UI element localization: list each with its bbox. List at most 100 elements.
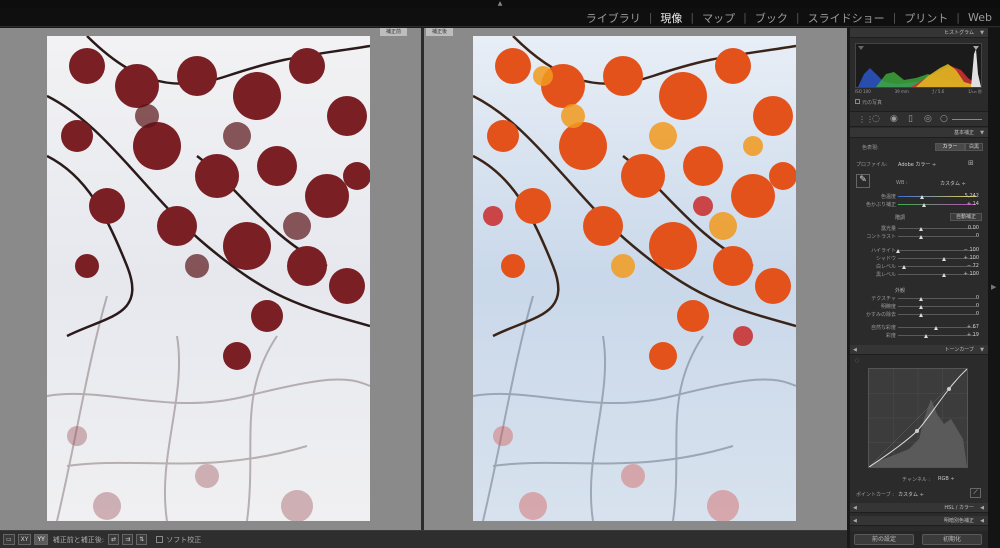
shadows-label: シャドウ <box>875 256 896 262</box>
gradient-icon[interactable]: ◎ <box>924 114 932 124</box>
module-6[interactable]: Web <box>966 11 994 24</box>
contrast-label: コントラスト <box>866 234 896 240</box>
auto-tone-button[interactable]: 自動補正 <box>950 213 982 221</box>
iso-value: ISO 100 <box>855 89 871 94</box>
original-photo-toggle[interactable]: 元の写真 <box>855 99 882 106</box>
reset-button[interactable]: 初期化 <box>922 534 982 545</box>
color-button[interactable]: カラー <box>935 143 965 151</box>
tint-value[interactable]: + 14 <box>948 201 979 207</box>
module-1[interactable]: 現像 <box>658 10 684 26</box>
tone-section-label: 階調 <box>894 215 905 221</box>
loupe-view-button[interactable]: ▭ <box>3 534 15 545</box>
crop-icon[interactable]: ◌ <box>872 114 880 124</box>
blacks-knob[interactable] <box>942 273 946 277</box>
before-photo-image <box>47 36 370 521</box>
module-5[interactable]: プリント <box>902 10 950 26</box>
saturation-knob[interactable] <box>923 334 928 338</box>
soft-proof-checkbox[interactable] <box>156 536 164 543</box>
redeye-icon[interactable]: ▯ <box>908 114 913 124</box>
module-picker: ライブラリ | 現像 | マップ | ブック | スライドショー | プリント | Web <box>584 8 994 27</box>
histogram-header[interactable]: ヒストグラム ▼ <box>850 28 988 38</box>
before-label: 補正前 <box>379 28 407 36</box>
hsl-header[interactable]: ◀ HSL / カラー ◀ <box>850 503 988 513</box>
split-toning-title: 明暗別色補正 <box>943 518 974 524</box>
expand-icon: ◀ <box>980 505 984 511</box>
histogram[interactable] <box>855 43 982 88</box>
dehaze-value[interactable]: 0 <box>948 311 979 317</box>
wb-select[interactable]: カスタム ÷ <box>940 180 966 187</box>
module-separator: | <box>956 11 961 24</box>
focal-length: 39 mm <box>894 89 909 94</box>
tone-curve-header[interactable]: ◀ トーンカーブ ▼ <box>850 345 988 355</box>
treatment-label: 色表現: <box>862 145 879 151</box>
original-photo-label: 元の写真 <box>862 100 883 106</box>
module-2[interactable]: マップ <box>700 10 737 26</box>
after-pane: 補正後 <box>424 28 847 530</box>
tone-curve-graph[interactable] <box>868 368 968 468</box>
shutter-value: 1/₁₂₅ 秒 <box>968 89 982 94</box>
profile-browser-icon[interactable]: ⊞ <box>968 159 974 167</box>
checkbox-icon <box>855 99 860 104</box>
contrast-value[interactable]: 0 <box>948 233 979 239</box>
wb-eyedropper-icon[interactable]: ✎ <box>856 174 870 188</box>
brush-icon[interactable]: ○ <box>940 114 948 124</box>
edit-point-curve-icon[interactable]: ⟋ <box>970 488 981 498</box>
vibrance-knob[interactable] <box>934 326 939 330</box>
after-photo[interactable] <box>473 36 796 521</box>
clarity-knob[interactable] <box>919 305 923 309</box>
dehaze-label: かすみの除去 <box>865 312 896 318</box>
module-4[interactable]: スライドショー <box>806 10 887 26</box>
module-3[interactable]: ブック <box>753 10 790 26</box>
shadows-knob[interactable] <box>942 257 946 261</box>
top-panel-toggle[interactable]: ▲ <box>0 0 1000 8</box>
texture-value[interactable]: 0 <box>948 295 979 301</box>
brush-size-slider[interactable] <box>952 119 982 120</box>
exposure-value[interactable]: 0.00 <box>948 225 979 231</box>
temp-knob[interactable] <box>919 195 924 199</box>
channel-select[interactable]: RGB ÷ <box>938 476 955 482</box>
whites-knob[interactable] <box>902 265 907 269</box>
basic-header[interactable]: 基本補正 ▼ <box>850 128 988 138</box>
shadows-value[interactable]: + 100 <box>948 255 979 261</box>
point-curve-select[interactable]: カスタム ÷ <box>898 491 924 498</box>
whites-value[interactable]: − 72 <box>948 263 979 269</box>
profile-select[interactable]: Adobe カラー ÷ <box>898 161 936 168</box>
module-0[interactable]: ライブラリ <box>584 10 643 26</box>
bw-button[interactable]: 白黒 <box>965 143 983 151</box>
channel-label: チャンネル : <box>902 477 931 483</box>
exposure-label: 露光量 <box>880 226 896 232</box>
heal-icon[interactable]: ◉ <box>890 114 898 124</box>
exposure-knob[interactable] <box>919 227 923 231</box>
swap-icon[interactable]: ⇅ <box>136 534 148 545</box>
collapse-icon: ▼ <box>980 30 984 36</box>
before-photo[interactable] <box>47 36 370 521</box>
contrast-knob[interactable] <box>919 235 923 239</box>
copy-settings-button[interactable]: ⇉ <box>122 534 134 545</box>
expand-icon: ◀ <box>853 518 857 524</box>
right-panel-toggle[interactable]: ▶ <box>988 28 1000 548</box>
target-adjust-icon[interactable]: ◌ <box>855 358 859 364</box>
highlights-value[interactable]: − 100 <box>948 247 979 253</box>
vibrance-value[interactable]: + 67 <box>948 324 979 330</box>
clarity-value[interactable]: 0 <box>948 303 979 309</box>
blacks-value[interactable]: + 100 <box>948 271 979 277</box>
before-pane: 補正前 <box>0 28 421 530</box>
swap-settings-button[interactable]: ⇄ <box>108 534 120 545</box>
compare-toolbar: ▭ XY YY 補正前と補正後: ⇄ ⇉ ⇅ ソフト校正 <box>0 530 847 548</box>
dehaze-knob[interactable] <box>919 313 923 317</box>
texture-knob[interactable] <box>919 297 923 301</box>
saturation-value[interactable]: + 19 <box>948 332 979 338</box>
clarity-label: 明瞭度 <box>880 304 896 310</box>
tool-strip: ⋮⋮ ◌ ◉ ▯ ◎ ○ <box>850 111 988 127</box>
highlights-knob[interactable] <box>896 249 900 253</box>
compare-yy-button[interactable]: YY <box>34 534 48 545</box>
whites-label: 白レベル <box>875 264 896 270</box>
temp-value[interactable]: 5,242 <box>948 193 979 199</box>
previous-settings-button[interactable]: 前の設定 <box>854 534 914 545</box>
compare-xy-button[interactable]: XY <box>17 534 32 545</box>
split-toning-header[interactable]: ◀ 明暗別色補正 ◀ <box>850 516 988 526</box>
tone-curve-svg <box>868 368 968 468</box>
temp-label: 色温度 <box>880 194 896 200</box>
after-label: 補正後 <box>426 28 454 36</box>
tint-knob[interactable] <box>922 203 927 207</box>
